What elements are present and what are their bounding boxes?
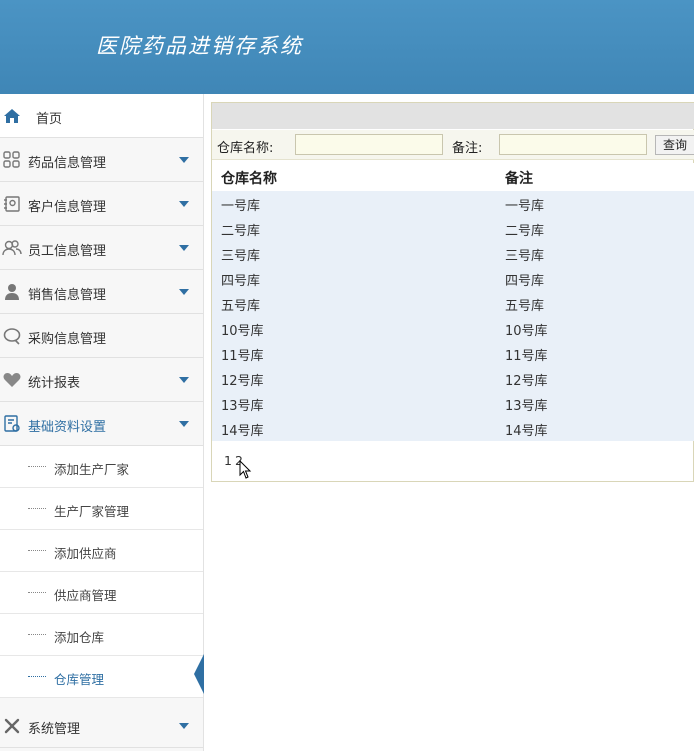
search-bar: 仓库名称: 备注: 查询 [212,130,694,160]
table-row: 11号库 11号库 [212,341,694,366]
sidebar-item-label: 销售信息管理 [28,288,107,303]
chevron-down-icon [179,201,189,207]
submenu-item-warehouse-mgmt[interactable]: 仓库管理 [0,656,203,698]
sidebar: 首页 药品信息管理 客户信息管理 员工信息管理 销售信息管理 采购信息管理 统计… [0,94,204,751]
panel-title-bar [212,103,694,129]
submenu-item-supplier-mgmt[interactable]: 供应商管理 [0,572,203,614]
column-header-name: 仓库名称 [221,171,277,187]
chevron-down-icon [179,245,189,251]
app-header: 医院药品进销存系统 [0,0,694,94]
chat-icon [2,326,22,346]
table-row: 三号库 三号库 [212,241,694,266]
sidebar-item-label: 统计报表 [28,376,81,391]
sidebar-item-drug-info[interactable]: 药品信息管理 [0,138,203,182]
sidebar-item-purchase-info[interactable]: 采购信息管理 [0,314,203,358]
person-icon [2,282,22,302]
submenu-item-manufacturer-mgmt[interactable]: 生产厂家管理 [0,488,203,530]
cell-remark: 13号库 [505,399,548,414]
chevron-down-icon [179,377,189,383]
warehouse-name-input[interactable] [295,134,443,155]
cell-remark: 10号库 [505,324,548,339]
chevron-down-icon [179,157,189,163]
home-icon [2,106,22,126]
tools-icon [2,716,22,736]
heart-icon [2,370,22,390]
grid-icon [2,150,22,170]
chevron-down-icon [179,723,189,729]
submenu-item-add-supplier[interactable]: 添加供应商 [0,530,203,572]
sidebar-item-label: 客户信息管理 [28,200,107,215]
cell-warehouse-name: 二号库 [221,224,261,239]
sidebar-item-employee-info[interactable]: 员工信息管理 [0,226,203,270]
submenu-item-label: 生产厂家管理 [54,504,130,519]
chevron-down-icon [179,289,189,295]
cell-remark: 12号库 [505,374,548,389]
page-link-1[interactable]: 1 [224,453,232,468]
cell-warehouse-name: 11号库 [221,349,264,364]
submenu-item-label: 添加供应商 [54,546,117,561]
sidebar-item-label: 首页 [36,112,63,127]
cell-warehouse-name: 14号库 [221,424,264,439]
cell-warehouse-name: 三号库 [221,249,261,264]
content-panel: 仓库名称: 备注: 查询 仓库名称 备注 一号库 一号库二号库 二号库三号库 三号库四… [211,102,694,482]
table-row: 12号库 12号库 [212,366,694,391]
cell-remark: 一号库 [505,199,545,214]
submenu-item-label: 添加仓库 [54,630,105,645]
cell-warehouse-name: 一号库 [221,199,261,214]
cell-warehouse-name: 12号库 [221,374,264,389]
app-title: 医院药品进销存系统 [96,34,303,58]
cell-remark: 四号库 [505,274,545,289]
submenu-item-add-warehouse[interactable]: 添加仓库 [0,614,203,656]
sidebar-item-reports[interactable]: 统计报表 [0,358,203,402]
chevron-down-icon [179,421,189,427]
table-row: 一号库 一号库 [212,191,694,216]
table-body: 一号库 一号库二号库 二号库三号库 三号库四号库 四号库五号库 五号库 10号库 10号库 11… [212,191,694,441]
users-icon [2,238,22,258]
table-row: 五号库 五号库 [212,291,694,316]
remark-input[interactable] [499,134,647,155]
sidebar-item-label: 药品信息管理 [28,156,107,171]
table-row: 二号库 二号库 [212,216,694,241]
cell-remark: 三号库 [505,249,545,264]
search-button[interactable]: 查询 [655,135,694,155]
sidebar-item-base-settings[interactable]: 基础资料设置 [0,402,203,446]
table-row: 四号库 四号库 [212,266,694,291]
table-row: 13号库 13号库 [212,391,694,416]
table-header: 仓库名称 备注 [212,163,694,191]
remark-label: 备注: [452,141,483,156]
table-row: 14号库 14号库 [212,416,694,441]
warehouse-name-label: 仓库名称: [217,141,274,156]
cell-warehouse-name: 五号库 [221,299,261,314]
sidebar-item-label: 采购信息管理 [28,332,107,347]
cell-warehouse-name: 10号库 [221,324,264,339]
contact-card-icon [2,194,22,214]
cell-warehouse-name: 13号库 [221,399,264,414]
cell-remark: 11号库 [505,349,548,364]
cell-remark: 五号库 [505,299,545,314]
submenu-item-add-manufacturer[interactable]: 添加生产厂家 [0,446,203,488]
sidebar-item-customer-info[interactable]: 客户信息管理 [0,182,203,226]
sidebar-item-home[interactable]: 首页 [0,94,203,138]
cell-warehouse-name: 四号库 [221,274,261,289]
settings-doc-icon [2,414,22,434]
column-header-remark: 备注 [505,171,533,187]
sidebar-item-label: 基础资料设置 [28,420,107,435]
cell-remark: 二号库 [505,224,545,239]
active-item-marker [194,654,204,694]
table-row: 10号库 10号库 [212,316,694,341]
mouse-cursor-icon [239,460,252,479]
sidebar-item-system[interactable]: 系统管理 [0,704,203,748]
cell-remark: 14号库 [505,424,548,439]
submenu-item-label: 供应商管理 [54,588,117,603]
sidebar-item-label: 员工信息管理 [28,244,107,259]
submenu-item-label: 添加生产厂家 [54,462,130,477]
sidebar-item-sales-info[interactable]: 销售信息管理 [0,270,203,314]
sidebar-item-label: 系统管理 [28,722,81,737]
submenu-item-label: 仓库管理 [54,672,105,687]
